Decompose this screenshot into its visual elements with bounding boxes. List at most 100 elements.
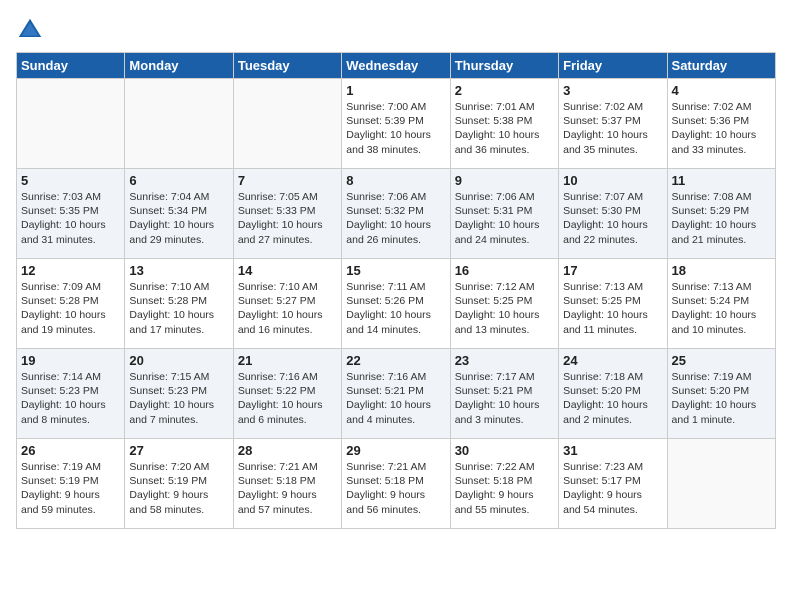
day-number: 29 — [346, 443, 445, 458]
calendar-day-cell: 7 Sunrise: 7:05 AM Sunset: 5:33 PM Daylig… — [233, 169, 341, 259]
day-number: 14 — [238, 263, 337, 278]
day-detail: Sunrise: 7:07 AM Sunset: 5:30 PM Dayligh… — [563, 191, 648, 246]
calendar-day-cell: 25 Sunrise: 7:19 AM Sunset: 5:20 PM Dayli… — [667, 349, 775, 439]
calendar-day-cell — [233, 79, 341, 169]
day-detail: Sunrise: 7:22 AM Sunset: 5:18 PM Dayligh… — [455, 461, 535, 516]
page-header — [16, 16, 776, 44]
calendar-day-cell: 21 Sunrise: 7:16 AM Sunset: 5:22 PM Dayli… — [233, 349, 341, 439]
calendar-day-cell: 31 Sunrise: 7:23 AM Sunset: 5:17 PM Dayli… — [559, 439, 667, 529]
calendar-day-cell: 26Sunrise: 7:19 AM Sunset: 5:19 PM Dayli… — [17, 439, 125, 529]
day-detail: Sunrise: 7:21 AM Sunset: 5:18 PM Dayligh… — [238, 461, 318, 516]
calendar-day-cell: 22Sunrise: 7:16 AM Sunset: 5:21 PM Dayli… — [342, 349, 450, 439]
day-number: 27 — [129, 443, 228, 458]
calendar-day-cell: 12 Sunrise: 7:09 AM Sunset: 5:28 PM Dayli… — [17, 259, 125, 349]
calendar-day-cell: 24 Sunrise: 7:18 AM Sunset: 5:20 PM Dayli… — [559, 349, 667, 439]
calendar-week-row: 26Sunrise: 7:19 AM Sunset: 5:19 PM Dayli… — [17, 439, 776, 529]
day-number: 23 — [455, 353, 554, 368]
calendar-day-header: Sunday — [17, 53, 125, 79]
calendar-table: SundayMondayTuesdayWednesdayThursdayFrid… — [16, 52, 776, 529]
day-number: 30 — [455, 443, 554, 458]
calendar-day-cell — [667, 439, 775, 529]
calendar-day-cell: 20 Sunrise: 7:15 AM Sunset: 5:23 PM Dayli… — [125, 349, 233, 439]
day-detail: Sunrise: 7:10 AM Sunset: 5:27 PM Dayligh… — [238, 281, 323, 336]
calendar-day-cell: 4 Sunrise: 7:02 AM Sunset: 5:36 PM Daylig… — [667, 79, 775, 169]
calendar-day-cell: 11 Sunrise: 7:08 AM Sunset: 5:29 PM Dayli… — [667, 169, 775, 259]
day-number: 12 — [21, 263, 120, 278]
day-number: 21 — [238, 353, 337, 368]
calendar-day-header: Thursday — [450, 53, 558, 79]
day-number: 7 — [238, 173, 337, 188]
day-detail: Sunrise: 7:10 AM Sunset: 5:28 PM Dayligh… — [129, 281, 214, 336]
logo-icon — [16, 16, 44, 44]
calendar-day-cell: 2 Sunrise: 7:01 AM Sunset: 5:38 PM Daylig… — [450, 79, 558, 169]
calendar-day-cell: 6 Sunrise: 7:04 AM Sunset: 5:34 PM Daylig… — [125, 169, 233, 259]
day-detail: Sunrise: 7:02 AM Sunset: 5:36 PM Dayligh… — [672, 101, 757, 156]
day-number: 17 — [563, 263, 662, 278]
day-detail: Sunrise: 7:23 AM Sunset: 5:17 PM Dayligh… — [563, 461, 643, 516]
day-number: 24 — [563, 353, 662, 368]
day-detail: Sunrise: 7:16 AM Sunset: 5:21 PM Dayligh… — [346, 371, 431, 426]
calendar-day-cell: 10 Sunrise: 7:07 AM Sunset: 5:30 PM Dayli… — [559, 169, 667, 259]
calendar-day-cell — [17, 79, 125, 169]
day-detail: Sunrise: 7:20 AM Sunset: 5:19 PM Dayligh… — [129, 461, 209, 516]
day-number: 5 — [21, 173, 120, 188]
calendar-day-header: Monday — [125, 53, 233, 79]
calendar-day-cell: 17 Sunrise: 7:13 AM Sunset: 5:25 PM Dayli… — [559, 259, 667, 349]
day-number: 13 — [129, 263, 228, 278]
day-number: 6 — [129, 173, 228, 188]
calendar-day-cell: 3Sunrise: 7:02 AM Sunset: 5:37 PM Daylig… — [559, 79, 667, 169]
calendar-day-cell: 18 Sunrise: 7:13 AM Sunset: 5:24 PM Dayli… — [667, 259, 775, 349]
day-number: 1 — [346, 83, 445, 98]
calendar-day-cell: 8Sunrise: 7:06 AM Sunset: 5:32 PM Daylig… — [342, 169, 450, 259]
calendar-day-cell: 1 Sunrise: 7:00 AM Sunset: 5:39 PM Daylig… — [342, 79, 450, 169]
calendar-day-cell — [125, 79, 233, 169]
day-number: 15 — [346, 263, 445, 278]
calendar-day-cell: 13 Sunrise: 7:10 AM Sunset: 5:28 PM Dayli… — [125, 259, 233, 349]
day-detail: Sunrise: 7:19 AM Sunset: 5:19 PM Dayligh… — [21, 461, 101, 516]
calendar-day-cell: 5 Sunrise: 7:03 AM Sunset: 5:35 PM Daylig… — [17, 169, 125, 259]
calendar-day-header: Saturday — [667, 53, 775, 79]
day-number: 4 — [672, 83, 771, 98]
calendar-day-header: Wednesday — [342, 53, 450, 79]
calendar-day-header: Tuesday — [233, 53, 341, 79]
day-number: 11 — [672, 173, 771, 188]
calendar-day-cell: 16 Sunrise: 7:12 AM Sunset: 5:25 PM Dayli… — [450, 259, 558, 349]
day-number: 16 — [455, 263, 554, 278]
day-detail: Sunrise: 7:19 AM Sunset: 5:20 PM Dayligh… — [672, 371, 757, 426]
day-number: 10 — [563, 173, 662, 188]
day-detail: Sunrise: 7:13 AM Sunset: 5:25 PM Dayligh… — [563, 281, 648, 336]
calendar-day-cell: 28Sunrise: 7:21 AM Sunset: 5:18 PM Dayli… — [233, 439, 341, 529]
day-detail: Sunrise: 7:05 AM Sunset: 5:33 PM Dayligh… — [238, 191, 323, 246]
calendar-day-header: Friday — [559, 53, 667, 79]
day-detail: Sunrise: 7:11 AM Sunset: 5:26 PM Dayligh… — [346, 281, 431, 336]
calendar-day-cell: 29 Sunrise: 7:21 AM Sunset: 5:18 PM Dayli… — [342, 439, 450, 529]
calendar-day-cell: 27 Sunrise: 7:20 AM Sunset: 5:19 PM Dayli… — [125, 439, 233, 529]
calendar-week-row: 5 Sunrise: 7:03 AM Sunset: 5:35 PM Daylig… — [17, 169, 776, 259]
day-detail: Sunrise: 7:03 AM Sunset: 5:35 PM Dayligh… — [21, 191, 106, 246]
day-number: 19 — [21, 353, 120, 368]
day-detail: Sunrise: 7:13 AM Sunset: 5:24 PM Dayligh… — [672, 281, 757, 336]
day-detail: Sunrise: 7:00 AM Sunset: 5:39 PM Dayligh… — [346, 101, 431, 156]
day-detail: Sunrise: 7:18 AM Sunset: 5:20 PM Dayligh… — [563, 371, 648, 426]
calendar-day-cell: 15 Sunrise: 7:11 AM Sunset: 5:26 PM Dayli… — [342, 259, 450, 349]
day-number: 31 — [563, 443, 662, 458]
day-detail: Sunrise: 7:02 AM Sunset: 5:37 PM Dayligh… — [563, 101, 648, 156]
day-number: 18 — [672, 263, 771, 278]
calendar-day-cell: 9Sunrise: 7:06 AM Sunset: 5:31 PM Daylig… — [450, 169, 558, 259]
calendar-header-row: SundayMondayTuesdayWednesdayThursdayFrid… — [17, 53, 776, 79]
day-detail: Sunrise: 7:01 AM Sunset: 5:38 PM Dayligh… — [455, 101, 540, 156]
day-detail: Sunrise: 7:15 AM Sunset: 5:23 PM Dayligh… — [129, 371, 214, 426]
day-detail: Sunrise: 7:06 AM Sunset: 5:31 PM Dayligh… — [455, 191, 540, 246]
day-number: 2 — [455, 83, 554, 98]
day-detail: Sunrise: 7:12 AM Sunset: 5:25 PM Dayligh… — [455, 281, 540, 336]
day-number: 25 — [672, 353, 771, 368]
day-number: 20 — [129, 353, 228, 368]
day-detail: Sunrise: 7:08 AM Sunset: 5:29 PM Dayligh… — [672, 191, 757, 246]
day-detail: Sunrise: 7:04 AM Sunset: 5:34 PM Dayligh… — [129, 191, 214, 246]
day-detail: Sunrise: 7:16 AM Sunset: 5:22 PM Dayligh… — [238, 371, 323, 426]
day-detail: Sunrise: 7:21 AM Sunset: 5:18 PM Dayligh… — [346, 461, 426, 516]
day-detail: Sunrise: 7:09 AM Sunset: 5:28 PM Dayligh… — [21, 281, 106, 336]
day-detail: Sunrise: 7:14 AM Sunset: 5:23 PM Dayligh… — [21, 371, 106, 426]
day-detail: Sunrise: 7:17 AM Sunset: 5:21 PM Dayligh… — [455, 371, 540, 426]
logo — [16, 16, 48, 44]
